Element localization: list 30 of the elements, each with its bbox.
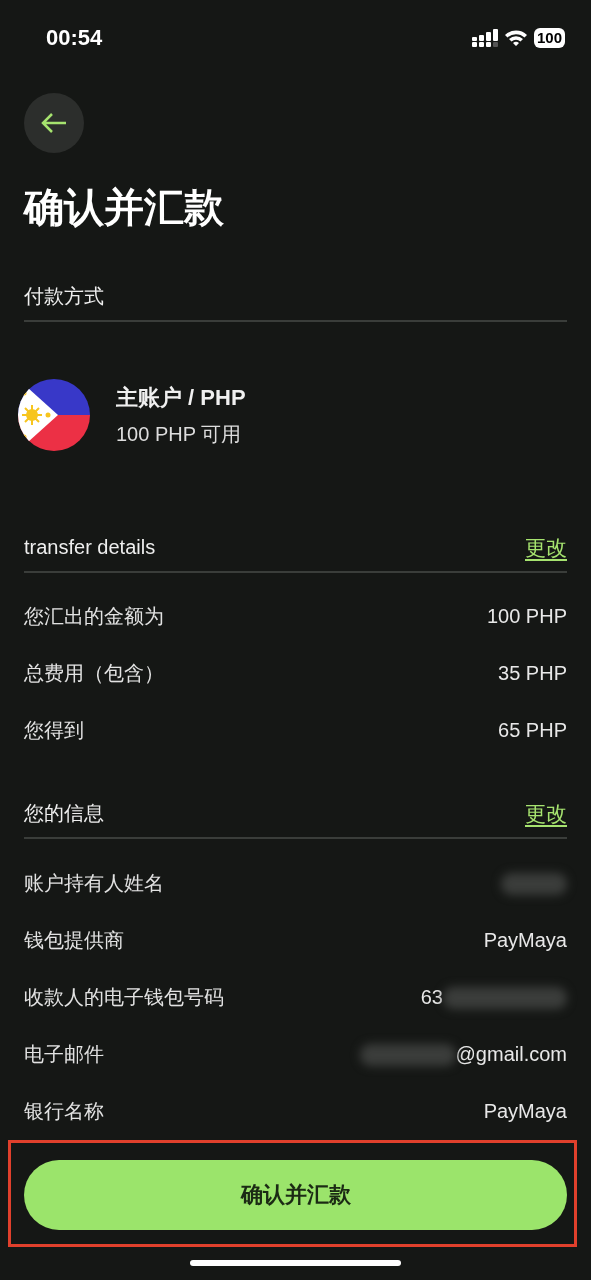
detail-value: @gmail.com xyxy=(455,1043,567,1066)
detail-value: 63 xyxy=(420,986,443,1009)
detail-label: 银行名称 xyxy=(24,1099,104,1124)
flag-icon xyxy=(18,379,90,451)
account-name: 主账户 / PHP xyxy=(116,383,246,412)
detail-label: 您得到 xyxy=(24,718,84,743)
detail-value: PayMaya xyxy=(483,929,567,952)
change-link[interactable]: 更改 xyxy=(525,799,567,828)
change-link[interactable]: 更改 xyxy=(525,533,567,562)
detail-label: 总费用（包含） xyxy=(24,661,164,686)
detail-label: 您汇出的金额为 xyxy=(24,604,164,629)
detail-value: 35 PHP xyxy=(498,662,567,685)
detail-label: 电子邮件 xyxy=(24,1042,104,1067)
detail-label: 账户持有人姓名 xyxy=(24,871,164,896)
section-heading: transfer details xyxy=(24,536,156,559)
detail-label: 钱包提供商 xyxy=(24,928,124,953)
wifi-icon xyxy=(503,29,528,47)
clock: 00:54 xyxy=(46,25,104,51)
battery-icon: 100 xyxy=(533,28,565,48)
detail-value: 65 PHP xyxy=(498,719,567,742)
account-balance: 100 PHP 可用 xyxy=(116,421,243,447)
detail-value: PayMaya xyxy=(483,1100,567,1123)
section-heading: 付款方式 xyxy=(24,284,104,309)
detail-value: 100 PHP xyxy=(486,605,567,628)
page-title: 确认并汇款 xyxy=(24,184,225,231)
section-heading: 您的信息 xyxy=(24,801,104,826)
detail-label: 收款人的电子钱包号码 xyxy=(24,985,224,1010)
signal-icon xyxy=(471,29,498,47)
back-arrow-icon xyxy=(40,112,68,134)
confirm-button[interactable]: 确认并汇款 xyxy=(24,1160,567,1230)
